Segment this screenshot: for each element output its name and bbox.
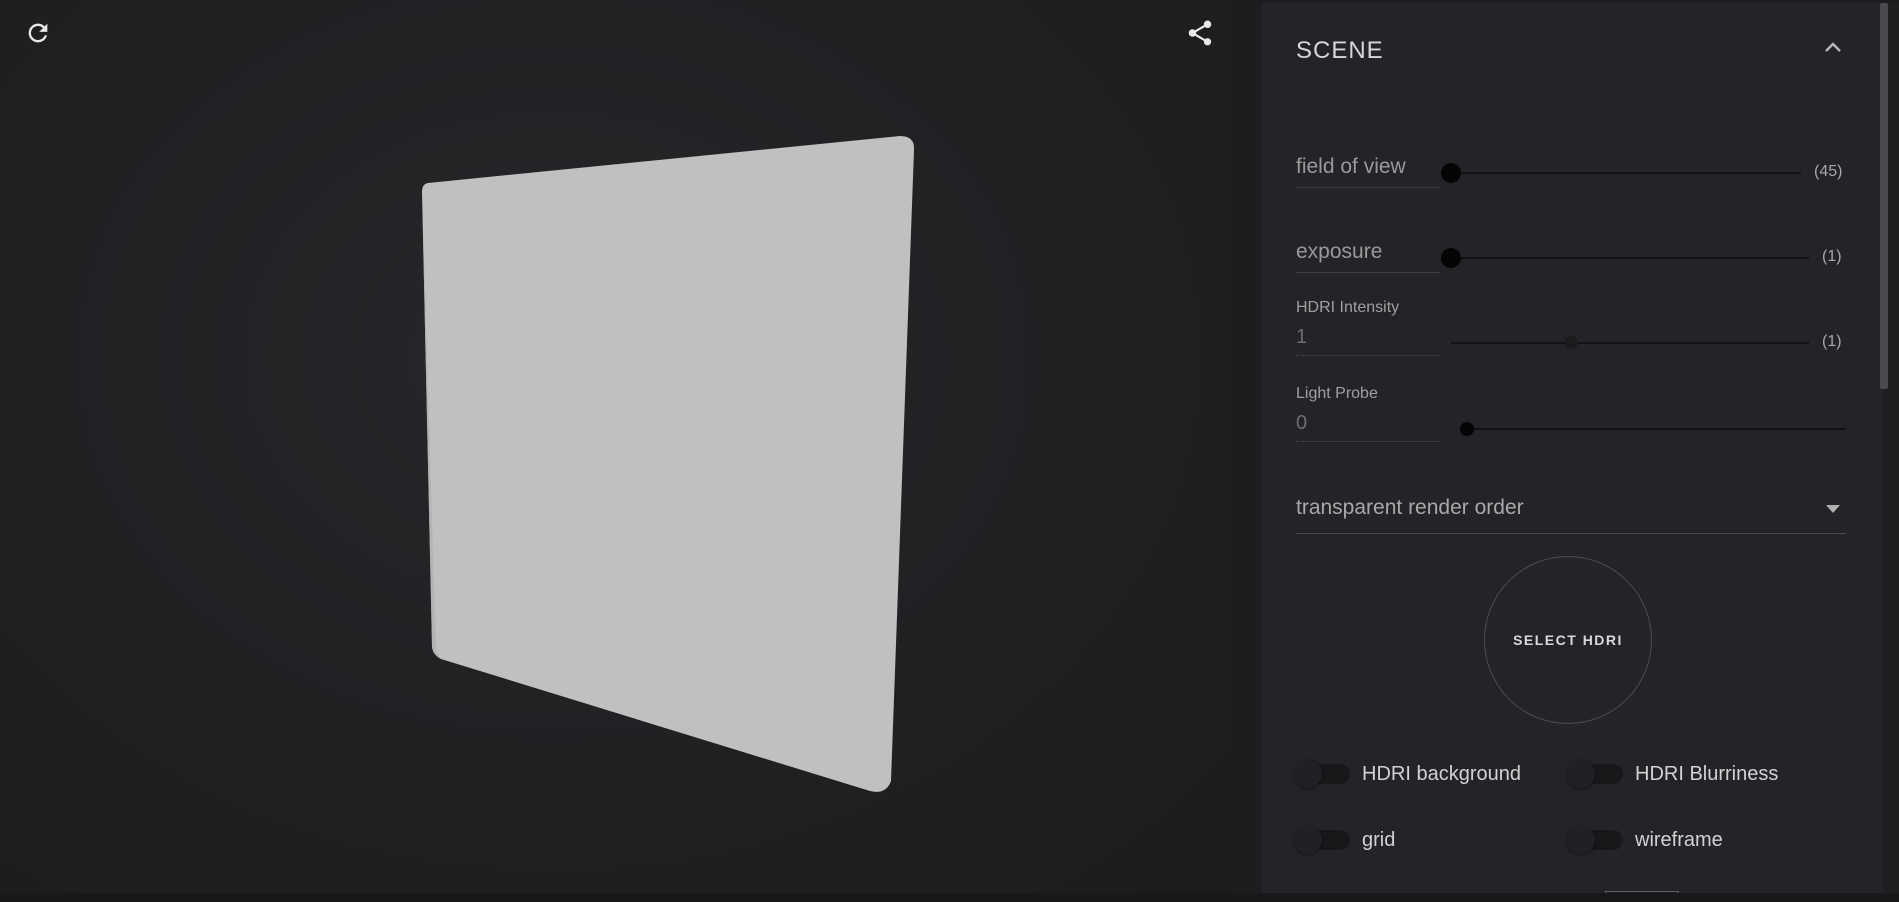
toggle-label: grid	[1362, 828, 1396, 851]
chevron-up-icon	[1825, 42, 1841, 52]
partially-visible-control[interactable]	[1605, 891, 1679, 893]
select-label: transparent render order	[1296, 496, 1524, 519]
panel-gutter	[1230, 0, 1260, 893]
exposure-track[interactable]	[1451, 257, 1809, 259]
toggle-grid[interactable]: grid	[1294, 820, 1396, 860]
hdri-intensity-row: HDRI Intensity 1 (1)	[1296, 296, 1846, 366]
toggle-track[interactable]	[1567, 760, 1623, 788]
3d-viewport[interactable]	[0, 0, 1230, 893]
exposure-thumb[interactable]	[1441, 248, 1461, 268]
viewport-bottom-edge	[0, 893, 1899, 902]
3d-model-plane[interactable]	[0, 0, 1230, 893]
toggle-label: HDRI background	[1362, 762, 1521, 785]
toggle-label: wireframe	[1635, 828, 1723, 851]
toggle-knob[interactable]	[1567, 826, 1595, 854]
toggle-label: HDRI Blurriness	[1635, 762, 1779, 785]
select-hdri-label: SELECT HDRI	[1513, 632, 1623, 648]
field-of-view-label: field of view	[1296, 155, 1406, 178]
hdri-intensity-track[interactable]	[1451, 342, 1809, 344]
reload-icon	[28, 23, 48, 43]
hdri-intensity-thumb[interactable]	[1565, 336, 1578, 349]
panel-scrollbar-thumb[interactable]	[1880, 3, 1888, 389]
toggle-hdri-background[interactable]: HDRI background	[1294, 754, 1521, 794]
exposure-slider-row: exposure (1)	[1296, 234, 1846, 294]
exposure-underline	[1296, 272, 1440, 273]
toggle-knob[interactable]	[1294, 826, 1322, 854]
field-of-view-underline	[1296, 187, 1440, 188]
panel-title: SCENE	[1296, 37, 1384, 64]
exposure-label: exposure	[1296, 240, 1383, 263]
toggle-knob[interactable]	[1294, 760, 1322, 788]
hdri-intensity-label: HDRI Intensity	[1296, 299, 1400, 316]
toggle-knob[interactable]	[1567, 760, 1595, 788]
share-button[interactable]	[1180, 13, 1220, 53]
light-probe-label: Light Probe	[1296, 385, 1378, 402]
field-of-view-thumb[interactable]	[1441, 163, 1461, 183]
field-of-view-slider-row: field of view (45)	[1296, 149, 1846, 209]
select-hdri-button[interactable]: SELECT HDRI	[1484, 556, 1652, 724]
scene-panel: SCENE field of view (45) exposure (1) HD…	[1261, 3, 1883, 893]
light-probe-row: Light Probe 0	[1296, 382, 1846, 452]
field-of-view-value: (45)	[1814, 163, 1843, 180]
transparent-render-order-select[interactable]: transparent render order	[1296, 493, 1846, 534]
toggle-track[interactable]	[1567, 826, 1623, 854]
share-icon	[1188, 20, 1212, 46]
caret-down-icon	[1826, 505, 1840, 513]
light-probe-thumb[interactable]	[1460, 422, 1474, 436]
toggle-wireframe[interactable]: wireframe	[1567, 820, 1723, 860]
light-probe-track[interactable]	[1466, 428, 1846, 430]
reload-button[interactable]	[18, 13, 58, 53]
light-probe-input[interactable]: 0	[1296, 412, 1440, 442]
collapse-button[interactable]	[1819, 33, 1847, 61]
hdri-intensity-value: (1)	[1822, 333, 1842, 350]
exposure-value: (1)	[1822, 248, 1842, 265]
field-of-view-track[interactable]	[1451, 172, 1801, 174]
toggle-track[interactable]	[1294, 826, 1350, 854]
hdri-intensity-input[interactable]: 1	[1296, 326, 1440, 356]
toggle-track[interactable]	[1294, 760, 1350, 788]
toggle-hdri-blurriness[interactable]: HDRI Blurriness	[1567, 754, 1779, 794]
